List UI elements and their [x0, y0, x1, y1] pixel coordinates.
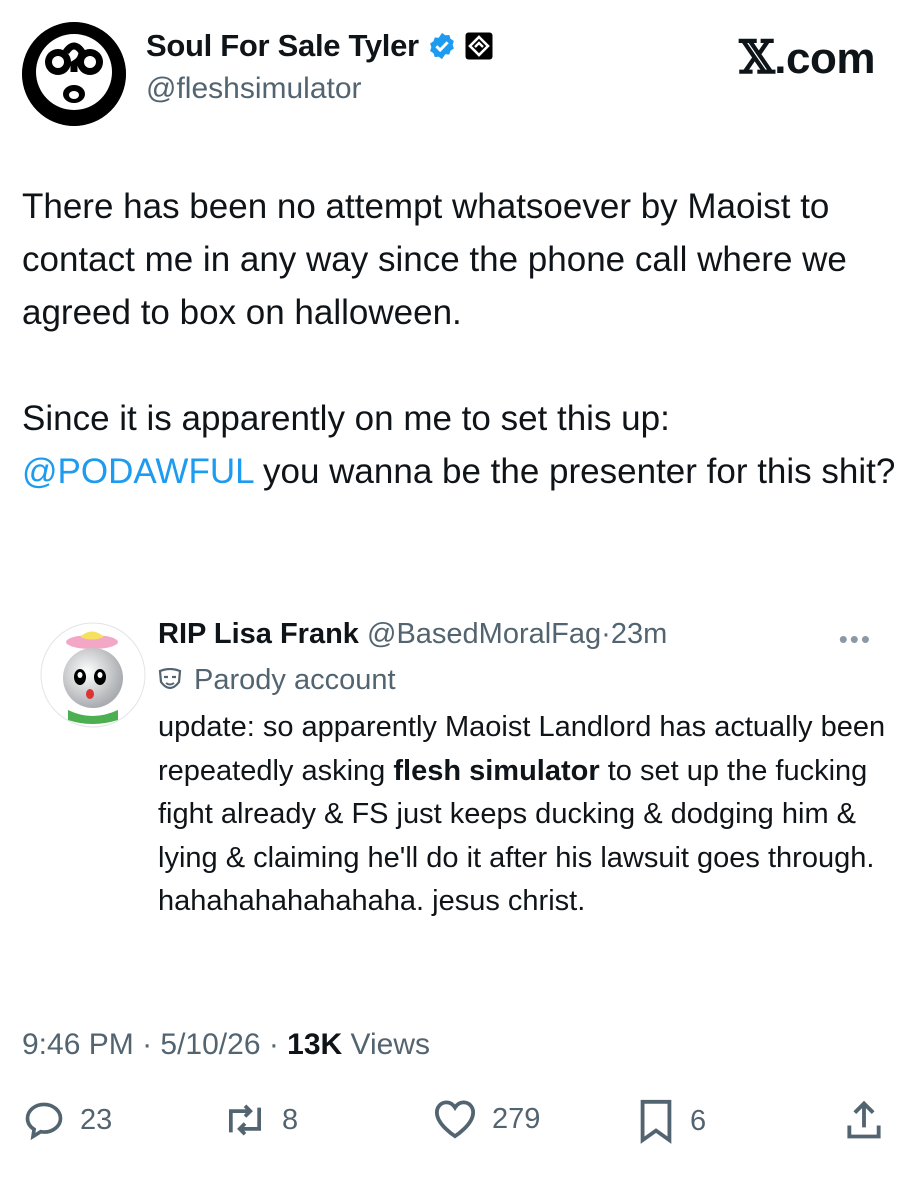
verified-badge-icon — [429, 32, 454, 60]
tweet-time[interactable]: 9:46 PM — [22, 1028, 134, 1061]
author-handle[interactable]: @fleshsimulator — [146, 72, 362, 106]
repost-count: 8 — [282, 1103, 299, 1136]
quote-timestamp[interactable]: 23m — [611, 618, 667, 650]
like-count: 279 — [492, 1102, 541, 1135]
quote-avatar-image — [40, 622, 146, 728]
affiliate-badge-icon — [465, 32, 493, 60]
views-count: 13K — [287, 1028, 343, 1061]
more-options-icon[interactable]: ••• — [839, 624, 872, 655]
heart-icon — [434, 1100, 476, 1139]
meta-separator-2: · — [260, 1028, 288, 1061]
mention-link[interactable]: @PODAWFUL — [22, 452, 253, 491]
quoted-tweet[interactable]: RIP Lisa Frank @BasedMoralFag·23m ••• Pa… — [22, 596, 892, 976]
bookmark-count: 6 — [690, 1104, 707, 1137]
quote-body-bold: flesh simulator — [393, 754, 600, 787]
quote-separator: · — [601, 618, 611, 650]
tweet-date[interactable]: 5/10/26 — [160, 1028, 260, 1061]
x-site-logo: 𝕏.com — [739, 30, 875, 84]
reply-count: 23 — [80, 1103, 113, 1136]
quote-author-avatar[interactable] — [40, 622, 146, 728]
meta-separator-1: · — [133, 1028, 161, 1061]
display-name-text: Soul For Sale Tyler — [146, 28, 419, 63]
reply-icon — [25, 1102, 63, 1141]
quote-handle[interactable]: @BasedMoralFag — [367, 618, 601, 650]
views-label: Views — [342, 1028, 431, 1061]
author-avatar-image — [22, 22, 126, 126]
share-icon — [847, 1100, 881, 1139]
action-bar: 23 8 279 6 — [22, 1098, 892, 1154]
parody-label: Parody account — [158, 664, 396, 697]
parody-label-text: Parody account — [194, 664, 396, 696]
parody-mask-icon — [158, 667, 182, 689]
bookmark-button[interactable]: 6 — [636, 1098, 706, 1144]
tweet-meta: 9:46 PM · 5/10/26 · 13K Views — [22, 1028, 430, 1062]
author-display-name[interactable]: Soul For Sale Tyler — [146, 28, 493, 64]
share-button[interactable] — [842, 1098, 886, 1142]
like-button[interactable]: 279 — [432, 1098, 540, 1140]
quote-body: update: so apparently Maoist Landlord ha… — [158, 706, 888, 924]
quote-display-name[interactable]: RIP Lisa Frank — [158, 618, 359, 650]
repost-button[interactable]: 8 — [222, 1098, 298, 1142]
reply-button[interactable]: 23 — [22, 1098, 112, 1142]
tweet-paragraph-3: you wanna be the presenter for this shit… — [253, 452, 896, 491]
x-logo-icon: 𝕏 — [739, 30, 775, 84]
tweet-paragraph-1: There has been no attempt whatsoever by … — [22, 187, 857, 332]
bookmark-icon — [640, 1099, 672, 1144]
repost-icon — [228, 1104, 262, 1136]
quote-header: RIP Lisa Frank @BasedMoralFag·23m — [158, 618, 667, 651]
author-avatar[interactable] — [22, 22, 126, 126]
tweet-paragraph-2: Since it is apparently on me to set this… — [22, 399, 670, 438]
tweet-text: There has been no attempt whatsoever by … — [22, 180, 902, 498]
x-site-label: .com — [774, 34, 875, 83]
